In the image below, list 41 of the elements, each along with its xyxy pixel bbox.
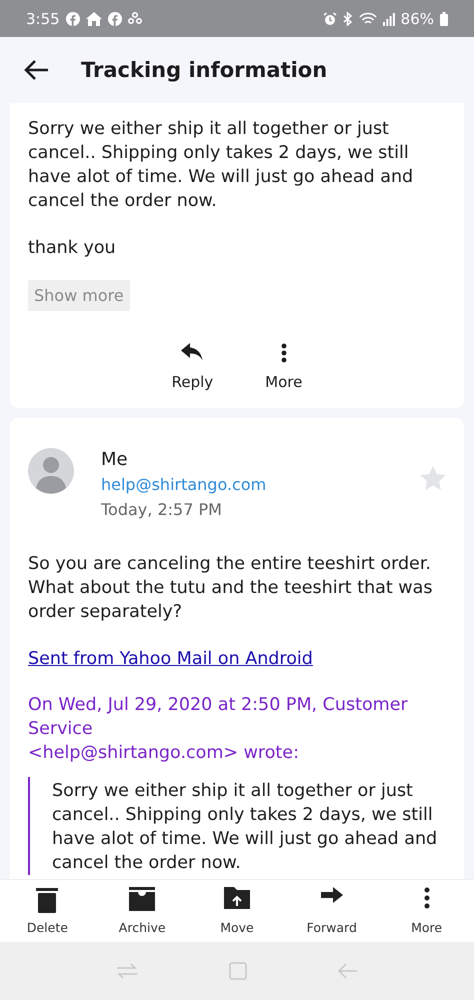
status-time: 3:55 [26, 10, 60, 28]
more-icon [424, 887, 430, 909]
alarm-icon [322, 12, 337, 26]
house-icon [86, 12, 102, 26]
more-icon [280, 343, 287, 363]
right-arrow-icon [320, 887, 343, 903]
home-button-icon[interactable] [228, 962, 247, 980]
message-date: Today, 2:57 PM [101, 499, 223, 521]
toolbar-button[interactable]: Delete [12, 887, 82, 935]
trash-icon [36, 887, 58, 913]
toolbar-button[interactable]: Move [202, 887, 272, 935]
avatar-icon [28, 448, 74, 494]
reply-icon [181, 343, 204, 361]
flower-icon [128, 12, 142, 26]
screen-title: Tracking information [81, 58, 328, 82]
wifi-icon [358, 12, 377, 26]
message-text: Sorry we either ship it all together or just cancel.. Shipping only takes 2 days, we still have alot of time. We will just go ahead and cancel the order now. [28, 118, 414, 213]
recent-apps-icon[interactable] [116, 963, 138, 979]
archive-box-icon [129, 887, 156, 911]
star-icon[interactable] [420, 466, 446, 491]
recipient-address[interactable]: help@shirtango.com [101, 472, 420, 498]
toolbar-button[interactable]: More [392, 887, 462, 935]
message-text: So you are canceling the entire teeshirt order. What about the tutu and the teeshirt that was order separately? [28, 553, 434, 624]
battery-percent: 86% [400, 10, 434, 28]
sender-name: Me [101, 448, 129, 472]
bluetooth-icon [342, 12, 353, 26]
message-action-button[interactable]: More [265, 343, 302, 391]
signal-icon [382, 12, 395, 26]
facebook-icon [66, 12, 80, 26]
battery-icon [440, 12, 448, 26]
back-icon[interactable] [338, 963, 358, 979]
folder-upload-icon [224, 887, 250, 909]
quoted-text: Sorry we either ship it all together or just cancel.. Shipping only takes 2 days, we still have alot of time. We will just go ahead and cancel the order now. [52, 780, 438, 875]
message-action-button[interactable]: Reply [172, 343, 214, 391]
quote-header: On Wed, Jul 29, 2020 at 2:50 PM, Customer Service <help@shirtango.com> wrote: [28, 694, 409, 765]
signature-link[interactable]: Sent from Yahoo Mail on Android [28, 647, 446, 671]
back-arrow-icon[interactable] [23, 59, 49, 81]
toolbar-button[interactable]: Archive [107, 887, 178, 935]
message-text: thank you [28, 237, 117, 260]
toolbar-button[interactable]: Forward [296, 887, 367, 935]
facebook-icon [108, 12, 122, 26]
